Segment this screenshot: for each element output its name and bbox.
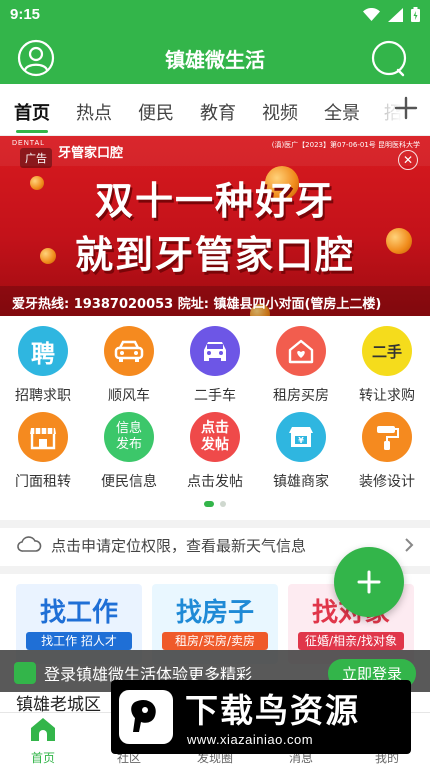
banner-headline-2: 就到牙管家口腔 <box>74 233 355 277</box>
banner-headline-1: 双十一种好牙 <box>94 179 335 223</box>
grid-item-transfer[interactable]: 二手 转让求购 <box>344 326 430 405</box>
watermark: 下载鸟资源 www.xiazainiao.com <box>111 680 411 754</box>
category-tabs: 首页 热点 便民 教育 视频 全景 招 <box>0 84 430 136</box>
plus-icon <box>394 96 418 120</box>
publish-fab[interactable] <box>334 547 404 617</box>
grid-item-used-car[interactable]: 二手车 <box>172 326 258 405</box>
search-icon <box>371 40 407 77</box>
card-title: 找工作 <box>39 598 118 628</box>
banner-brand: 牙管家口腔 <box>58 146 124 161</box>
post-icon: 点击 发帖 <box>190 412 240 462</box>
chevron-right-icon <box>405 538 414 552</box>
cloud-icon <box>17 536 42 552</box>
grid-label: 转让求购 <box>359 388 415 404</box>
grid-item-decoration[interactable]: 装修设计 <box>344 412 430 491</box>
tab-convenience[interactable]: 便民 <box>138 99 174 125</box>
second-hand-icon: 二手 <box>362 326 412 376</box>
grid-label: 顺风车 <box>108 388 150 404</box>
card-subtitle: 租房/买房/卖房 <box>162 632 268 650</box>
tab-education[interactable]: 教育 <box>200 99 236 125</box>
watermark-title: 下载鸟资源 <box>185 691 360 730</box>
close-icon: ✕ <box>402 153 414 167</box>
watermark-url: www.xiazainiao.com <box>187 732 314 747</box>
svg-text:¥: ¥ <box>298 436 304 445</box>
card-subtitle: 找工作 招人才 <box>26 632 132 650</box>
home-icon <box>31 718 55 741</box>
status-time: 9:15 <box>10 6 41 23</box>
banner-close-button[interactable]: ✕ <box>398 150 418 170</box>
banner-license: (滇)医广【2023】第07-06-01号 昆明医科大学 <box>271 141 420 149</box>
grid-item-rideshare[interactable]: 顺风车 <box>86 326 172 405</box>
grid-label: 租房买房 <box>273 388 329 404</box>
grid-label: 点击发帖 <box>187 474 243 490</box>
app-title: 镇雄微生活 <box>165 48 265 72</box>
status-icons <box>363 7 420 22</box>
ad-tag: 广告 <box>20 148 52 168</box>
pager-dot[interactable] <box>220 501 226 507</box>
app-header: 镇雄微生活 <box>0 32 430 84</box>
battery-icon <box>411 7 420 22</box>
pager-dot-active[interactable] <box>204 501 214 507</box>
grid-label: 招聘求职 <box>15 388 71 404</box>
shop-icon: ¥ <box>276 412 326 462</box>
card-title: 找房子 <box>175 598 254 628</box>
grid-label: 镇雄商家 <box>273 474 329 490</box>
tab-home[interactable]: 首页 <box>14 99 50 125</box>
info-publish-icon: 信息 发布 <box>104 412 154 462</box>
grid-label: 门面租转 <box>15 474 71 490</box>
grid-label: 二手车 <box>194 388 236 404</box>
nav-label: 首页 <box>30 751 55 764</box>
storefront-icon <box>18 412 68 462</box>
section-divider <box>0 520 430 528</box>
grid-item-info[interactable]: 信息 发布 便民信息 <box>86 412 172 491</box>
wifi-icon <box>363 7 380 21</box>
tab-active-indicator <box>16 130 48 133</box>
bird-logo-icon <box>119 690 173 744</box>
paint-roller-icon <box>362 412 412 462</box>
service-grid: 聘 招聘求职 顺风车 二手车 租房买房 二手 转让求购 门面租转 信息 发布 便… <box>0 322 430 498</box>
ad-banner[interactable]: DENTAL 广告 牙管家口腔 (滇)医广【2023】第07-06-01号 昆明… <box>0 136 430 316</box>
grid-item-storefront[interactable]: 门面租转 <box>0 412 86 491</box>
add-tab-button[interactable] <box>392 94 420 122</box>
tab-video[interactable]: 视频 <box>262 99 298 125</box>
status-bar: 9:15 <box>0 0 430 32</box>
grid-item-house[interactable]: 租房买房 <box>258 326 344 405</box>
grid-item-merchant[interactable]: ¥ 镇雄商家 <box>258 412 344 491</box>
house-heart-icon <box>276 326 326 376</box>
grid-pager <box>0 501 430 509</box>
tab-panorama[interactable]: 全景 <box>324 99 360 125</box>
weather-text: 点击申请定位权限，查看最新天气信息 <box>51 537 307 555</box>
used-car-icon <box>190 326 240 376</box>
banner-footer: 爱牙热线: 19387020053 院址: 镇雄县四小对面(管房上二楼) <box>0 286 430 316</box>
grid-item-post[interactable]: 点击 发帖 点击发帖 <box>172 412 258 491</box>
signal-icon <box>388 7 403 22</box>
grid-label: 装修设计 <box>359 474 415 490</box>
plus-icon <box>357 570 381 594</box>
card-subtitle: 征婚/相亲/找对象 <box>298 632 404 650</box>
nav-home[interactable]: 首页 <box>0 713 86 764</box>
tab-hot[interactable]: 热点 <box>76 99 112 125</box>
search-button[interactable] <box>370 39 408 77</box>
car-front-icon <box>104 326 154 376</box>
grid-label: 便民信息 <box>101 474 157 490</box>
recruit-icon: 聘 <box>18 326 68 376</box>
banner-brand-en: DENTAL <box>12 140 46 147</box>
app-logo-icon <box>14 662 36 684</box>
grid-item-recruit[interactable]: 聘 招聘求职 <box>0 326 86 405</box>
